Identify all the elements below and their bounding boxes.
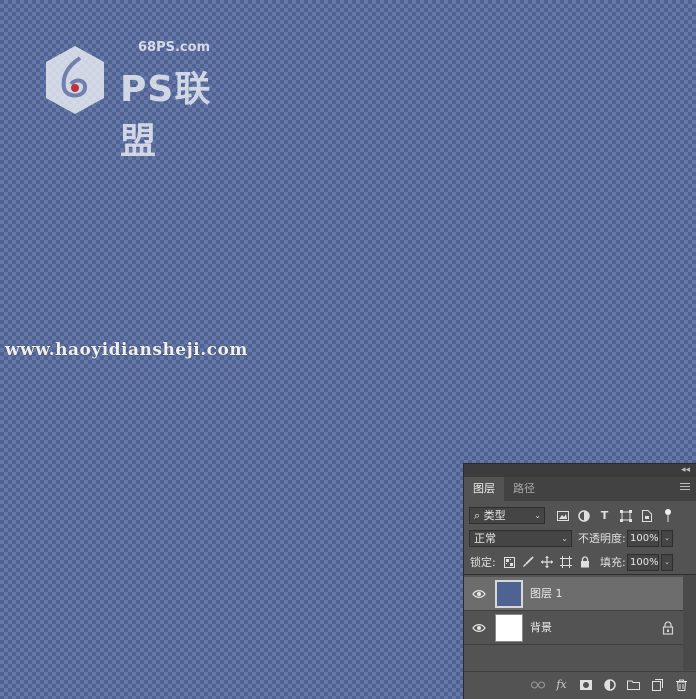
logo-brand-text: PS联盟 (120, 69, 212, 162)
add-mask-icon[interactable] (578, 677, 593, 692)
smart-object-filter-icon[interactable] (639, 508, 654, 523)
link-layers-icon[interactable] (530, 677, 545, 692)
filter-row: ⌕ 类型 ⌄ T (464, 505, 696, 527)
visibility-eye-icon[interactable] (472, 621, 486, 635)
lock-all-icon[interactable] (578, 555, 592, 569)
delete-icon[interactable] (674, 677, 689, 692)
lock-label: 锁定: (470, 556, 496, 569)
divider (464, 574, 696, 575)
logo-domain-text: 68PS.com (138, 40, 211, 55)
opacity-dropdown-button[interactable]: ⌄ (661, 530, 673, 547)
layer-row-layer-1[interactable]: 图层 1 (464, 577, 684, 611)
visibility-eye-icon[interactable] (472, 587, 486, 601)
panel-bottom-toolbar: fx (464, 671, 696, 699)
url-watermark: www.haoyidiansheji.com (5, 340, 248, 360)
tab-paths[interactable]: 路径 (504, 477, 544, 501)
text-filter-icon[interactable]: T (597, 508, 612, 523)
lock-artboard-icon[interactable] (559, 555, 573, 569)
search-icon: ⌕ (474, 509, 481, 522)
new-group-icon[interactable] (626, 677, 641, 692)
filter-type-label: 类型 (483, 509, 506, 522)
filter-type-select[interactable]: ⌕ 类型 ⌄ (469, 507, 545, 524)
chevron-down-icon: ⌄ (534, 511, 541, 520)
adjustment-layer-icon[interactable] (602, 677, 617, 692)
opacity-input[interactable]: 100% (627, 530, 659, 547)
panel-tabs: 图层 路径 (464, 477, 696, 501)
fill-input[interactable]: 100% (627, 554, 659, 571)
lock-image-pixels-icon[interactable] (521, 555, 535, 569)
adjustment-filter-icon[interactable] (576, 508, 591, 523)
blend-mode-value: 正常 (474, 532, 496, 545)
tab-layers[interactable]: 图层 (464, 477, 504, 501)
layer-name[interactable]: 背景 (530, 611, 552, 645)
layers-scrollbar[interactable] (683, 575, 696, 670)
image-filter-icon[interactable] (555, 508, 570, 523)
layer-row-background[interactable]: 背景 (464, 611, 684, 645)
lock-transparent-pixels-icon[interactable] (502, 555, 516, 569)
fx-icon[interactable]: fx (554, 677, 569, 692)
ps-union-logo: 68PS.com PS联盟 (42, 38, 242, 162)
layer-thumbnail[interactable] (495, 614, 523, 642)
fill-dropdown-button[interactable]: ⌄ (661, 554, 673, 571)
fx-label: fx (556, 678, 567, 691)
shape-filter-icon[interactable] (618, 508, 633, 523)
layers-panel: ◂◂ 图层 路径 ⌕ 类型 ⌄ T 正常 ⌄ 不透明度: 100% ⌄ 锁定: … (463, 463, 696, 699)
logo-mark-icon (46, 46, 104, 114)
panel-menu-icon[interactable] (680, 483, 690, 493)
lock-row: 锁定: 填充: 100% ⌄ (464, 552, 696, 574)
chevron-down-icon: ⌄ (561, 534, 568, 543)
new-layer-icon[interactable] (650, 677, 665, 692)
panel-title-bar[interactable]: ◂◂ (464, 464, 696, 477)
lock-position-icon[interactable] (540, 555, 554, 569)
blend-mode-select[interactable]: 正常 ⌄ (469, 530, 572, 547)
opacity-label: 不透明度: (578, 532, 626, 545)
layer-thumbnail[interactable] (495, 580, 523, 608)
fill-label: 填充: (600, 556, 626, 569)
collapse-panel-icon[interactable]: ◂◂ (681, 464, 690, 477)
layer-name[interactable]: 图层 1 (530, 577, 563, 611)
layer-lock-icon (662, 621, 674, 635)
filter-toggle-icon[interactable] (660, 508, 675, 523)
blend-row: 正常 ⌄ 不透明度: 100% ⌄ (464, 528, 696, 550)
